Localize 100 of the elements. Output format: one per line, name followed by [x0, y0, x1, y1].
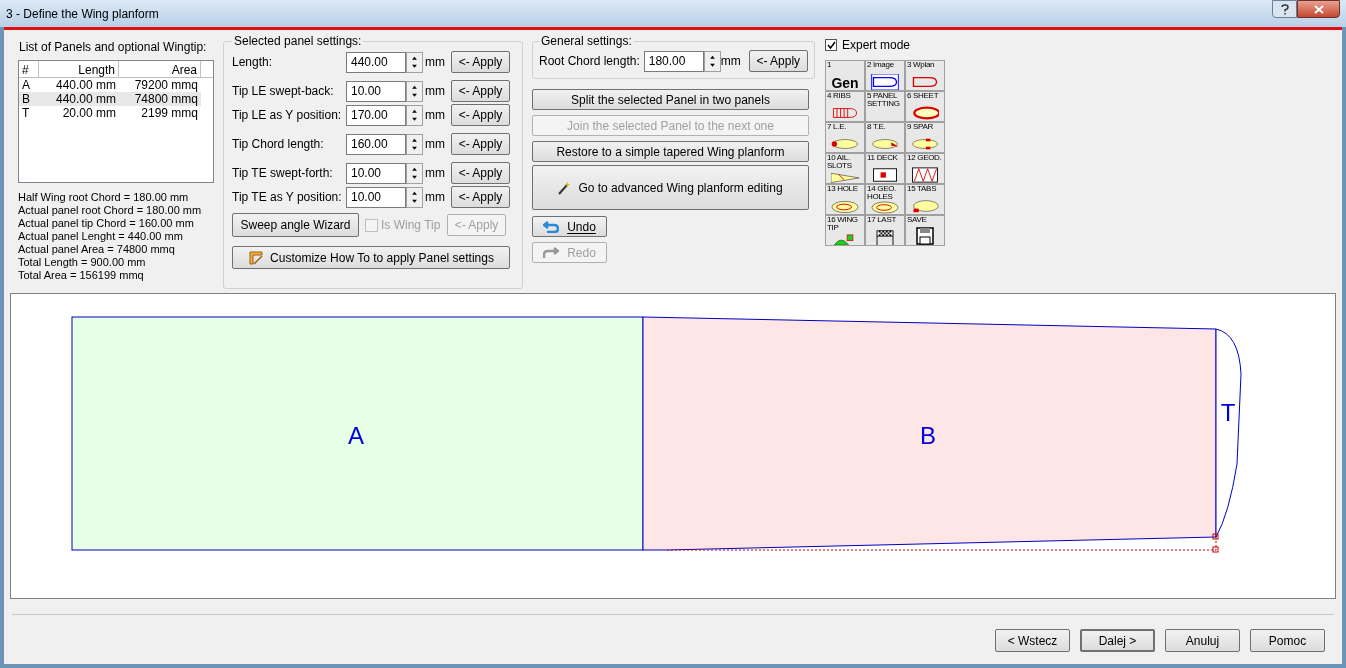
- table-cell-text: A: [21, 78, 31, 92]
- spin-buttons[interactable]: [406, 104, 423, 126]
- tool-button[interactable]: 7 L.E.: [825, 122, 865, 153]
- tool-button[interactable]: 3 Wplan: [905, 60, 945, 91]
- group-title: General settings:: [540, 33, 633, 50]
- outline-icon: [871, 74, 899, 90]
- tool-button[interactable]: 12 GEOD.: [905, 153, 945, 184]
- handle-marker[interactable]: [1212, 546, 1219, 553]
- list-row[interactable]: B 440.00 mm 74800 mmq: [19, 92, 201, 106]
- undo-button[interactable]: Undo: [532, 216, 607, 237]
- tool-button[interactable]: 14 GEO. HOLES: [865, 184, 905, 215]
- tool-button[interactable]: SAVE: [905, 215, 945, 246]
- zigzag-icon: [911, 167, 939, 183]
- summary-line: Actual panel root Chord = 180.00 mm: [18, 204, 203, 217]
- spin-buttons[interactable]: [406, 162, 423, 184]
- checkered-flag-icon: [874, 229, 896, 245]
- close-button[interactable]: [1297, 0, 1340, 18]
- airfoil-icon: [871, 201, 899, 214]
- number-field[interactable]: 160.00: [346, 133, 406, 155]
- tool-button[interactable]: 9 SPAR: [905, 122, 945, 153]
- apply-button[interactable]: <- Apply: [451, 162, 510, 184]
- airfoil-icon: [911, 198, 939, 214]
- unit-label: mm: [424, 54, 446, 71]
- tool-button[interactable]: 16 WING TIP: [825, 215, 865, 246]
- list-row[interactable]: A 440.00 mm 79200 mmq: [19, 78, 201, 92]
- number-field[interactable]: 10.00: [346, 186, 406, 208]
- magic-wand-icon: [558, 180, 571, 195]
- panel-label: B: [920, 422, 936, 449]
- number-field[interactable]: 10.00: [346, 162, 406, 184]
- column-header[interactable]: Area: [119, 61, 201, 77]
- airfoil-icon: [871, 136, 899, 152]
- action-button[interactable]: Restore to a simple tapered Wing planform: [532, 141, 809, 162]
- tool-button[interactable]: 17 LAST: [865, 215, 905, 246]
- column-header[interactable]: #: [19, 61, 39, 77]
- unit-label: mm: [720, 53, 742, 70]
- number-field[interactable]: 170.00: [346, 104, 406, 126]
- spin-buttons[interactable]: [406, 186, 423, 208]
- apply-button[interactable]: <- Apply: [451, 80, 510, 102]
- sheet-icon: [911, 105, 939, 121]
- action-button[interactable]: Go to advanced Wing planform editing: [532, 165, 809, 210]
- unit-label: mm: [424, 83, 446, 100]
- apply-button[interactable]: <- Apply: [451, 51, 510, 73]
- tool-button[interactable]: 1 Gen: [825, 60, 865, 91]
- footer-button[interactable]: Pomoc: [1250, 629, 1325, 652]
- outline-icon: [911, 74, 939, 90]
- tool-button[interactable]: 15 TABS: [905, 184, 945, 215]
- panel-list[interactable]: # Length Area A 440.00 mm 79200 mmq B 440.00 mm 74800 mmq T 20.00 mm 2199 mmq: [18, 60, 214, 183]
- field-label: Tip TE as Y position:: [232, 189, 343, 206]
- group-title: Selected panel settings:: [233, 33, 363, 50]
- customize-button[interactable]: Customize How To to apply Panel settings: [232, 246, 510, 269]
- tool-button[interactable]: 2 Image: [865, 60, 905, 91]
- checkbox[interactable]: [825, 39, 837, 51]
- action-button[interactable]: Split the selected Panel in two panels: [532, 89, 809, 110]
- spin-buttons[interactable]: [406, 80, 423, 102]
- number-field[interactable]: 10.00: [346, 80, 406, 102]
- number-field[interactable]: 180.00: [643, 50, 704, 72]
- field-label: Tip LE as Y position:: [232, 107, 343, 124]
- airfoil-icon: [911, 136, 939, 152]
- wing-panel[interactable]: [71, 316, 644, 551]
- gen-text: Gen: [831, 76, 859, 90]
- table-cell-text: T: [21, 106, 31, 120]
- help-icon: [1280, 3, 1289, 15]
- list-row[interactable]: T 20.00 mm 2199 mmq: [19, 106, 201, 120]
- tool-button[interactable]: 13 HOLE: [825, 184, 865, 215]
- apply-button[interactable]: <- Apply: [451, 186, 510, 208]
- footer-button[interactable]: < Wstecz: [995, 629, 1070, 652]
- unit-label: mm: [424, 136, 446, 153]
- wizard-button[interactable]: Sweep angle Wizard: [232, 213, 359, 237]
- apply-button[interactable]: <- Apply: [451, 133, 510, 155]
- table-cell-text: 440.00 mm: [54, 78, 117, 92]
- tool-button[interactable]: 10 AIL. SLOTS: [825, 153, 865, 184]
- table-cell-text: 74800 mmq: [133, 92, 199, 106]
- summary-line: Half Wing root Chord = 180.00 mm: [18, 191, 190, 204]
- footer-button[interactable]: Anuluj: [1165, 629, 1240, 652]
- number-field[interactable]: 440.00: [346, 51, 406, 73]
- field-label: Tip Chord length:: [232, 136, 325, 153]
- spin-buttons[interactable]: [406, 51, 423, 73]
- summary-line: Actual panel tip Chord = 160.00 mm: [18, 217, 195, 230]
- panel-label: T: [1220, 399, 1236, 426]
- wing-tip[interactable]: [1215, 328, 1242, 538]
- tool-button[interactable]: 6 SHEET: [905, 91, 945, 122]
- field-label: Tip TE swept-forth:: [232, 165, 334, 182]
- apply-button[interactable]: <- Apply: [748, 50, 808, 72]
- apply-button[interactable]: <- Apply: [451, 104, 510, 126]
- tool-button[interactable]: 4 RIBS: [825, 91, 865, 122]
- summary-line: Actual panel Area = 74800 mmq: [18, 243, 176, 256]
- help-button[interactable]: [1272, 0, 1297, 18]
- table-cell-text: B: [21, 92, 31, 106]
- handle-marker[interactable]: [1212, 533, 1219, 540]
- checkbox-label: Expert mode: [842, 37, 911, 54]
- ruler-icon: [248, 249, 265, 266]
- tool-button[interactable]: 8 T.E.: [865, 122, 905, 153]
- column-header[interactable]: Length: [39, 61, 119, 77]
- tool-button[interactable]: 11 DECK: [865, 153, 905, 184]
- footer-button[interactable]: Dalej >: [1080, 629, 1155, 652]
- field-label: Root Chord length:: [539, 53, 640, 70]
- airfoil-icon: [831, 200, 859, 214]
- spin-buttons[interactable]: [406, 133, 423, 155]
- summary-line: Total Area = 156199 mmq: [18, 269, 145, 282]
- tool-button[interactable]: 5 PANEL SETTING: [865, 91, 905, 122]
